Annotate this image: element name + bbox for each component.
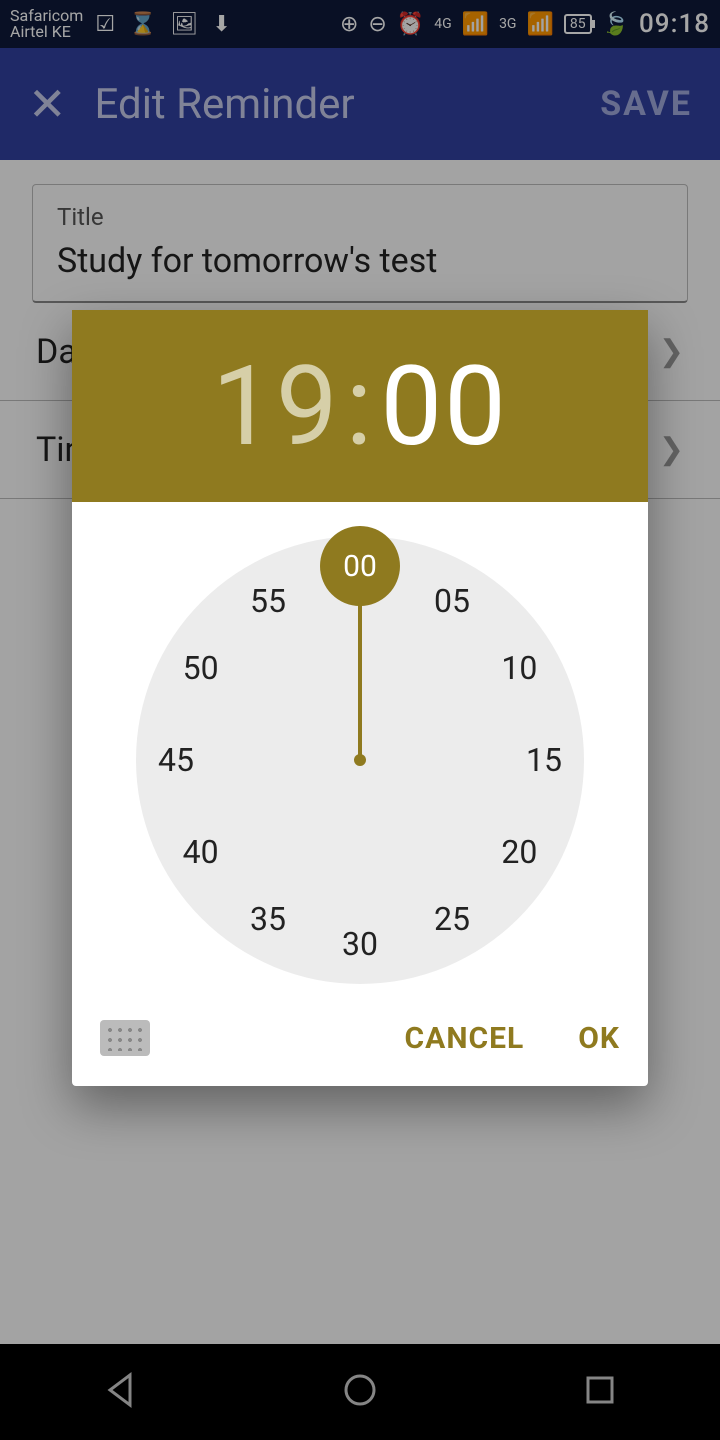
minute-tick-30[interactable]: 30 xyxy=(330,925,390,963)
minute-tick-35[interactable]: 35 xyxy=(238,900,298,938)
minute-tick-45[interactable]: 45 xyxy=(146,741,206,779)
hour-display[interactable]: 19 xyxy=(212,342,340,471)
selected-minute-dot[interactable]: 00 xyxy=(320,526,400,606)
minute-tick-20[interactable]: 20 xyxy=(489,833,549,871)
time-picker-dialog: 19:00 00 0510 15 2025 30 3540 45 5055 CANCEL O… xyxy=(72,310,648,1086)
minute-tick-40[interactable]: 40 xyxy=(171,833,231,871)
minute-tick-55[interactable]: 55 xyxy=(238,582,298,620)
minute-tick-10[interactable]: 10 xyxy=(489,649,549,687)
minute-tick-15[interactable]: 15 xyxy=(514,741,574,779)
minute-tick-25[interactable]: 25 xyxy=(422,900,482,938)
keyboard-icon[interactable] xyxy=(100,1020,150,1056)
minute-tick-50[interactable]: 50 xyxy=(171,649,231,687)
cancel-button[interactable]: CANCEL xyxy=(405,1021,525,1056)
minute-display[interactable]: 00 xyxy=(380,342,508,471)
ok-button[interactable]: OK xyxy=(578,1021,620,1056)
clock-face[interactable]: 00 0510152025303540455055 xyxy=(136,536,584,984)
time-picker-header: 19:00 xyxy=(72,310,648,502)
minute-tick-05[interactable]: 05 xyxy=(422,582,482,620)
clock-center-dot xyxy=(354,754,366,766)
dialog-actions: CANCEL OK xyxy=(72,1010,648,1078)
